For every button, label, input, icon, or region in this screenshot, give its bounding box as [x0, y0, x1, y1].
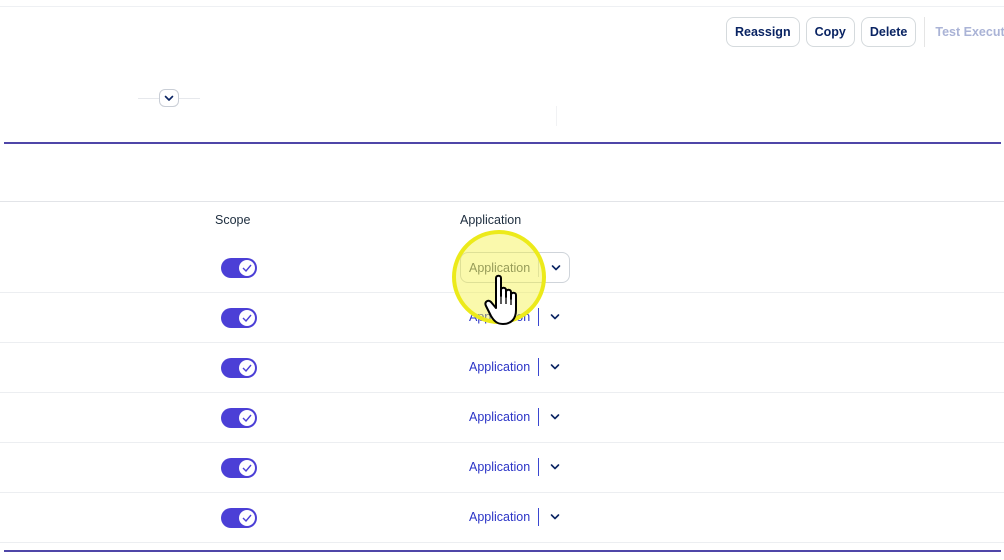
chevron-down-icon[interactable] [549, 511, 561, 523]
action-toolbar: Reassign Copy Delete Test Execution [726, 17, 1004, 47]
select-separator [538, 308, 539, 326]
hand-pointer-icon [484, 274, 517, 325]
check-icon [242, 314, 252, 322]
scope-toggle[interactable] [221, 308, 257, 328]
reassign-button[interactable]: Reassign [726, 17, 800, 47]
application-column-header: Application [460, 213, 522, 227]
check-icon [242, 514, 252, 522]
chevron-down-icon[interactable] [549, 361, 561, 373]
chevron-down-icon[interactable] [550, 262, 562, 274]
chevron-down-icon[interactable] [549, 461, 561, 473]
chevron-down-icon[interactable] [549, 411, 561, 423]
table-bottom-divider [4, 550, 1001, 552]
check-icon [242, 464, 252, 472]
scope-toggle[interactable] [221, 408, 257, 428]
table-row: Application [0, 393, 1004, 443]
table-row: Application [0, 493, 1004, 543]
application-value[interactable]: Application [469, 460, 530, 474]
check-icon [242, 414, 252, 422]
select-separator [538, 408, 539, 426]
scope-toggle[interactable] [221, 508, 257, 528]
chevron-down-icon [164, 95, 174, 101]
collapse-header-button[interactable] [159, 89, 179, 107]
delete-button[interactable]: Delete [860, 17, 917, 47]
scope-toggle[interactable] [221, 258, 257, 278]
application-value[interactable]: Application [469, 410, 530, 424]
table-row: Application [0, 343, 1004, 393]
scope-toggle[interactable] [221, 358, 257, 378]
faint-divider [556, 106, 557, 126]
application-value[interactable]: Application [469, 360, 530, 374]
check-icon [242, 264, 252, 272]
scope-column-header: Scope [215, 213, 251, 227]
select-separator [538, 508, 539, 526]
top-divider [0, 6, 1004, 7]
copy-button[interactable]: Copy [805, 17, 855, 47]
scope-toggle[interactable] [221, 458, 257, 478]
table-top-divider [0, 201, 1004, 202]
application-value[interactable]: Application [469, 510, 530, 524]
select-separator [538, 358, 539, 376]
test-execution-button[interactable]: Test Execution [935, 25, 1004, 39]
toolbar-separator [924, 17, 926, 47]
header-divider [4, 142, 1001, 144]
chevron-down-icon[interactable] [549, 311, 561, 323]
select-separator [538, 458, 539, 476]
table-row: Application [0, 443, 1004, 493]
check-icon [242, 364, 252, 372]
